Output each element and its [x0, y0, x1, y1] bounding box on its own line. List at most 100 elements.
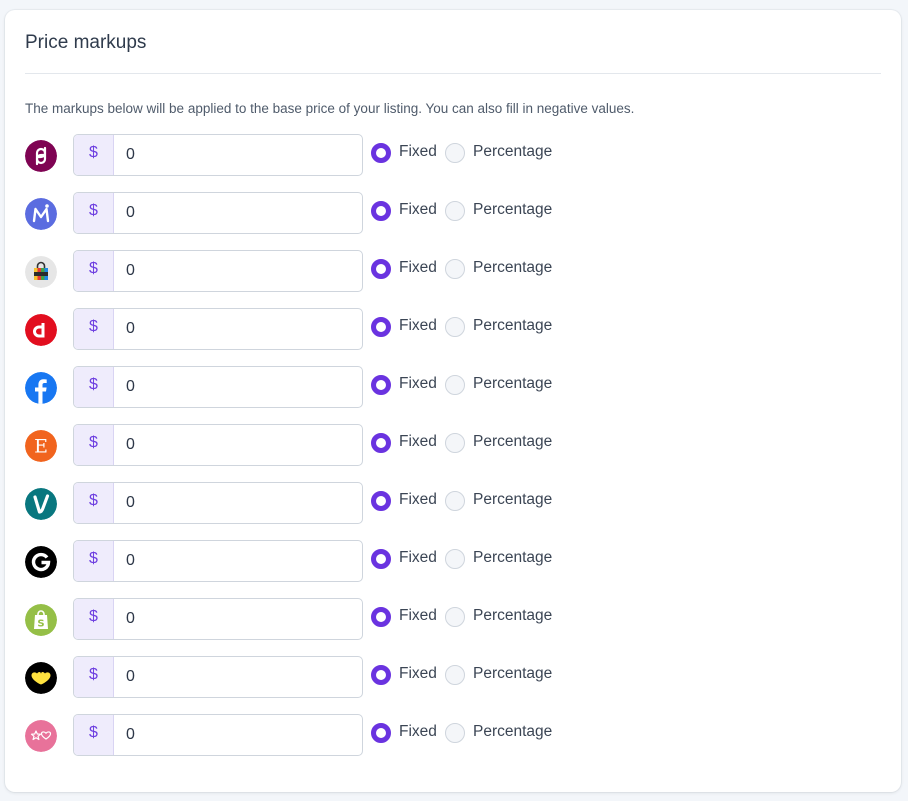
etsy-icon: E: [25, 430, 57, 462]
percentage-radio-label: Percentage: [473, 258, 553, 276]
percentage-radio[interactable]: [445, 433, 465, 453]
facebook-icon: [25, 372, 57, 404]
markup-value-input[interactable]: [114, 135, 362, 175]
shopping-bag-icon: [25, 256, 57, 288]
percentage-radio-option[interactable]: Percentage: [445, 433, 552, 453]
fixed-radio[interactable]: [371, 143, 391, 163]
svg-text:S: S: [37, 619, 44, 630]
markup-input-group: $: [73, 366, 363, 408]
fixed-radio-label: Fixed: [399, 606, 437, 624]
fixed-radio[interactable]: [371, 201, 391, 221]
depop-icon: [25, 314, 57, 346]
markup-value-input[interactable]: [114, 425, 362, 465]
fixed-radio-label: Fixed: [399, 374, 437, 392]
fixed-radio-label: Fixed: [399, 142, 437, 160]
percentage-radio-label: Percentage: [473, 606, 553, 624]
markup-value-input[interactable]: [114, 367, 362, 407]
percentage-radio[interactable]: [445, 259, 465, 279]
percentage-radio-option[interactable]: Percentage: [445, 491, 552, 511]
percentage-radio[interactable]: [445, 491, 465, 511]
percentage-radio-option[interactable]: Percentage: [445, 665, 552, 685]
percentage-radio-label: Percentage: [473, 200, 553, 218]
fixed-radio-option[interactable]: Fixed: [371, 317, 437, 337]
markup-value-input[interactable]: [114, 483, 362, 523]
star-heart-icon: [25, 720, 57, 752]
fixed-radio-option[interactable]: Fixed: [371, 375, 437, 395]
percentage-radio-label: Percentage: [473, 490, 553, 508]
percentage-radio-option[interactable]: Percentage: [445, 375, 552, 395]
poshmark-icon: [25, 140, 57, 172]
currency-addon: $: [74, 599, 114, 639]
markup-input-group: $: [73, 598, 363, 640]
fixed-radio-option[interactable]: Fixed: [371, 259, 437, 279]
fixed-radio-option[interactable]: Fixed: [371, 723, 437, 743]
markup-value-input[interactable]: [114, 657, 362, 697]
title-divider: [25, 73, 881, 74]
markup-input-group: $: [73, 192, 363, 234]
card-description: The markups below will be applied to the…: [25, 101, 635, 116]
currency-addon: $: [74, 135, 114, 175]
fixed-radio-label: Fixed: [399, 200, 437, 218]
fixed-radio-label: Fixed: [399, 432, 437, 450]
fixed-radio-option[interactable]: Fixed: [371, 491, 437, 511]
markup-input-group: $: [73, 250, 363, 292]
percentage-radio-label: Percentage: [473, 722, 553, 740]
fixed-radio-option[interactable]: Fixed: [371, 607, 437, 627]
fixed-radio[interactable]: [371, 665, 391, 685]
percentage-radio[interactable]: [445, 549, 465, 569]
fixed-radio[interactable]: [371, 549, 391, 569]
percentage-radio-label: Percentage: [473, 548, 553, 566]
currency-addon: $: [74, 425, 114, 465]
percentage-radio-label: Percentage: [473, 374, 553, 392]
percentage-radio-option[interactable]: Percentage: [445, 607, 552, 627]
fixed-radio-option[interactable]: Fixed: [371, 201, 437, 221]
markup-value-input[interactable]: [114, 251, 362, 291]
currency-addon: $: [74, 367, 114, 407]
fixed-radio-label: Fixed: [399, 258, 437, 276]
percentage-radio[interactable]: [445, 201, 465, 221]
fixed-radio[interactable]: [371, 723, 391, 743]
fixed-radio[interactable]: [371, 433, 391, 453]
fixed-radio-option[interactable]: Fixed: [371, 433, 437, 453]
markup-value-input[interactable]: [114, 541, 362, 581]
fixed-radio-label: Fixed: [399, 316, 437, 334]
fixed-radio[interactable]: [371, 317, 391, 337]
percentage-radio[interactable]: [445, 317, 465, 337]
percentage-radio[interactable]: [445, 665, 465, 685]
percentage-radio-option[interactable]: Percentage: [445, 143, 552, 163]
markup-input-group: $: [73, 714, 363, 756]
percentage-radio[interactable]: [445, 375, 465, 395]
currency-addon: $: [74, 309, 114, 349]
vinted-icon: [25, 488, 57, 520]
markup-row: E $ Fixed Percentage: [5, 424, 901, 482]
currency-addon: $: [74, 657, 114, 697]
markup-row: $ Fixed Percentage: [5, 134, 901, 192]
percentage-radio-option[interactable]: Percentage: [445, 259, 552, 279]
fixed-radio-option[interactable]: Fixed: [371, 549, 437, 569]
markup-input-group: $: [73, 308, 363, 350]
markup-row: $ Fixed Percentage: [5, 192, 901, 250]
percentage-radio-label: Percentage: [473, 664, 553, 682]
fixed-radio-label: Fixed: [399, 722, 437, 740]
markup-value-input[interactable]: [114, 193, 362, 233]
currency-addon: $: [74, 251, 114, 291]
percentage-radio-option[interactable]: Percentage: [445, 201, 552, 221]
percentage-radio[interactable]: [445, 607, 465, 627]
percentage-radio-option[interactable]: Percentage: [445, 723, 552, 743]
markup-value-input[interactable]: [114, 715, 362, 755]
markup-value-input[interactable]: [114, 309, 362, 349]
fixed-radio[interactable]: [371, 607, 391, 627]
percentage-radio-option[interactable]: Percentage: [445, 317, 552, 337]
fixed-radio-option[interactable]: Fixed: [371, 665, 437, 685]
markup-value-input[interactable]: [114, 599, 362, 639]
svg-text:E: E: [34, 436, 48, 458]
fixed-radio[interactable]: [371, 375, 391, 395]
fixed-radio[interactable]: [371, 259, 391, 279]
fixed-radio-option[interactable]: Fixed: [371, 143, 437, 163]
currency-addon: $: [74, 483, 114, 523]
percentage-radio[interactable]: [445, 723, 465, 743]
fixed-radio[interactable]: [371, 491, 391, 511]
percentage-radio-option[interactable]: Percentage: [445, 549, 552, 569]
percentage-radio[interactable]: [445, 143, 465, 163]
markup-rows: $ Fixed Percentage $ Fixed Percentage: [5, 134, 901, 772]
